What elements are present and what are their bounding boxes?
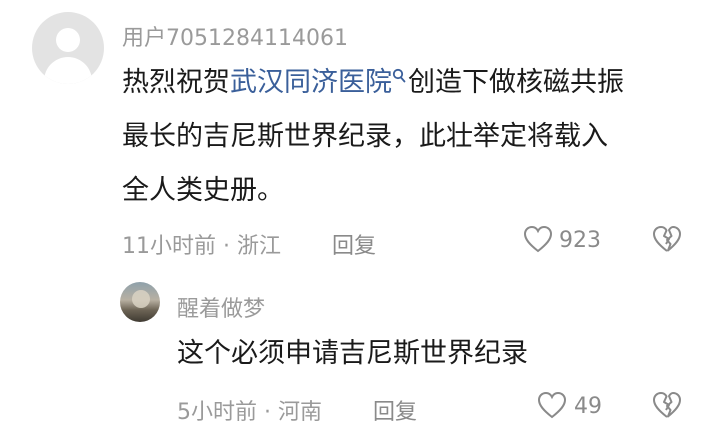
like-count: 923 <box>559 228 601 253</box>
comment-username[interactable]: 用户7051284114061 <box>122 20 348 52</box>
reply-reply-button[interactable]: 回复 <box>373 394 417 426</box>
reply-like-count: 49 <box>574 394 602 419</box>
search-icon[interactable] <box>392 68 406 84</box>
comment-time-location: 11小时前 · 浙江 <box>122 234 281 259</box>
reply-username[interactable]: 醒着做梦 <box>177 291 265 323</box>
comment-text: 热烈祝贺武汉同济医院 创造下做核磁共振 最长的吉尼斯世界纪录，此壮举定将载入 全… <box>122 56 702 218</box>
avatar-placeholder-head <box>56 28 80 52</box>
comment-line-2: 最长的吉尼斯世界纪录，此壮举定将载入 <box>122 121 608 152</box>
dislike-broken-heart-icon[interactable] <box>652 225 682 253</box>
avatar-placeholder-body <box>44 57 92 84</box>
reply-time-location: 5小时前 · 河南 <box>177 400 322 425</box>
reply-like-heart-icon[interactable] <box>537 391 567 419</box>
reply-avatar[interactable] <box>120 282 160 322</box>
reply-dislike-broken-heart-icon[interactable] <box>652 391 682 419</box>
reply-text: 这个必须申请吉尼斯世界纪录 <box>177 338 528 369</box>
comment-text-suffix: 创造下做核磁共振 <box>408 67 624 98</box>
comment-line-1: 热烈祝贺武汉同济医院 创造下做核磁共振 <box>122 56 702 110</box>
like-heart-icon[interactable] <box>523 225 553 253</box>
avatar[interactable] <box>32 12 104 84</box>
reply-button[interactable]: 回复 <box>332 228 376 260</box>
comment-line-3: 全人类史册。 <box>122 175 284 206</box>
comment-text-prefix: 热烈祝贺 <box>122 67 230 98</box>
avatar-image-detail <box>132 290 150 308</box>
hospital-link[interactable]: 武汉同济医院 <box>230 67 392 98</box>
